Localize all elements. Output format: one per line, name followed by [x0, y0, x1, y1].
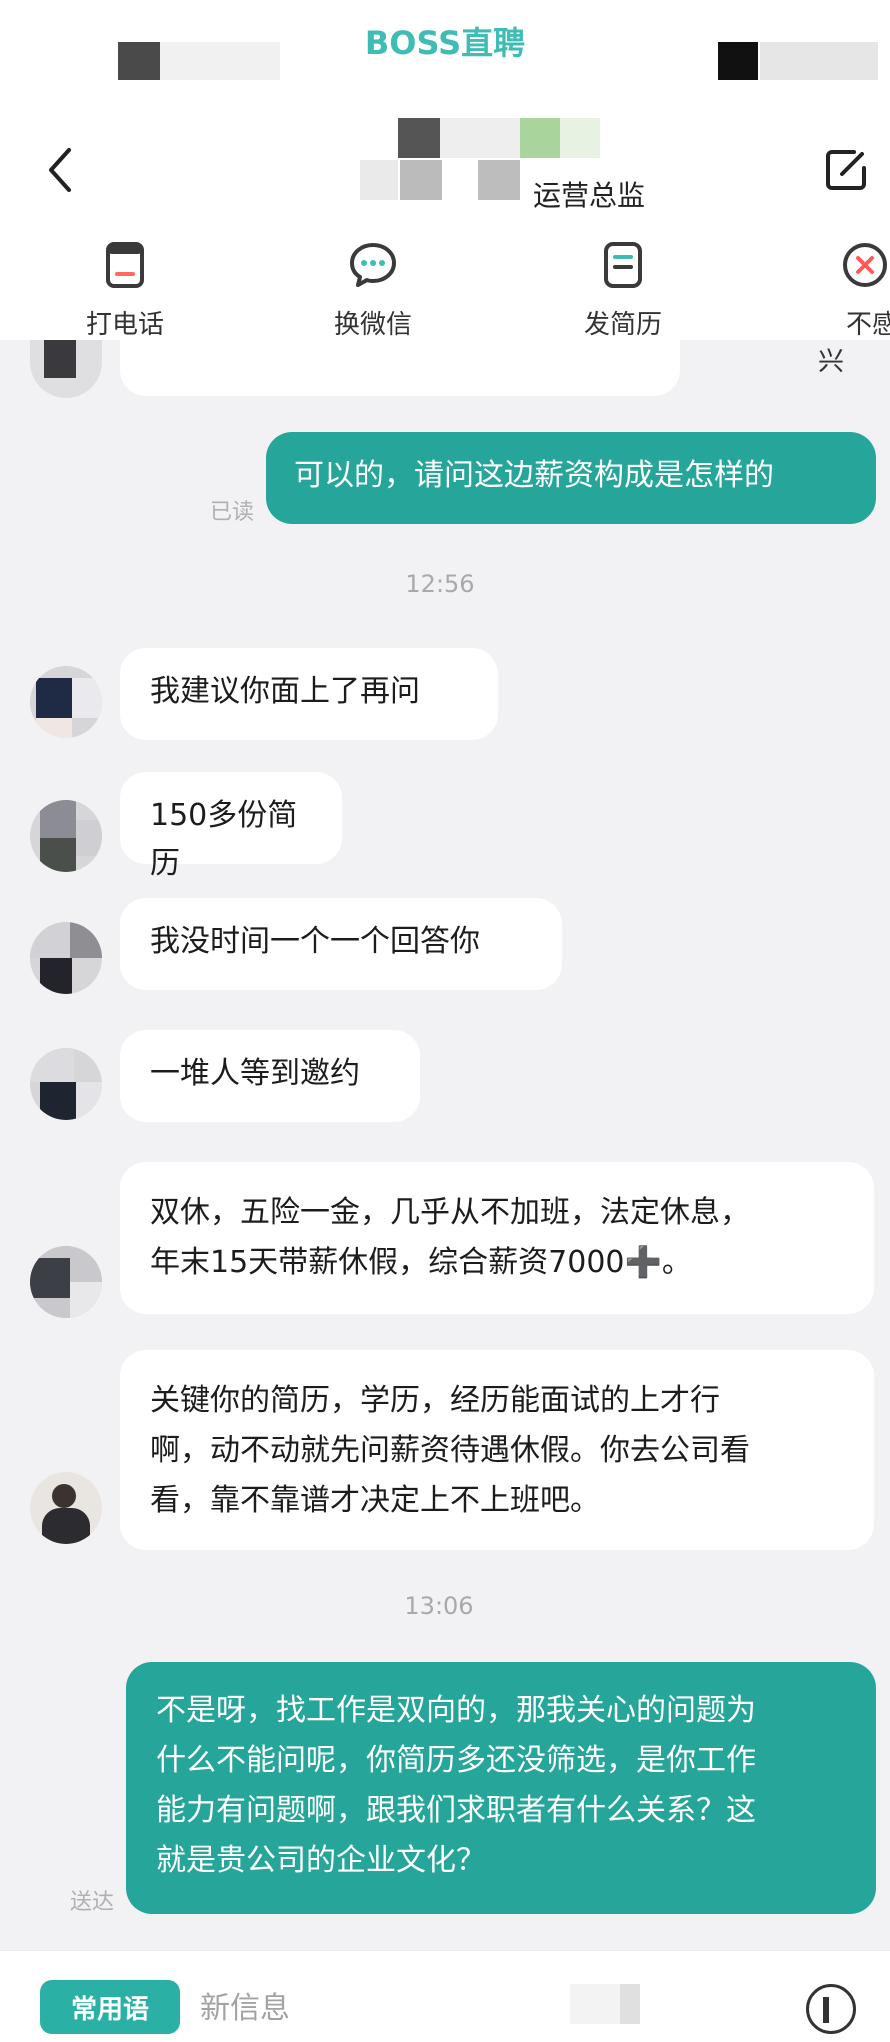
action-not-interested[interactable]: 不感兴 [790, 240, 890, 378]
avatar [30, 1472, 102, 1544]
chat-bubble-icon [350, 243, 396, 287]
contact-name-blur [400, 160, 442, 200]
message-text-line: 年末15天带薪休假，综合薪资7000➕。 [150, 1245, 692, 1280]
avatar [30, 1048, 102, 1120]
action-call[interactable]: 打电话 [50, 240, 200, 341]
back-button[interactable] [36, 140, 84, 200]
action-label: 不感兴 [818, 310, 890, 377]
action-label: 打电话 [85, 310, 164, 340]
status-left-blur [160, 42, 280, 80]
message-bubble-incoming[interactable]: 我没时间一个一个回答你 [120, 898, 562, 990]
resume-icon [604, 242, 642, 288]
message-text-line: 啊，动不动就先问薪资待遇休假。你去公司看 [150, 1433, 750, 1468]
avatar [30, 666, 102, 738]
phone-icon [106, 242, 144, 288]
contact-name-blur [560, 118, 600, 158]
avatar [30, 800, 102, 872]
contact-title: 运营总监 [533, 179, 646, 212]
message-input[interactable] [200, 1982, 560, 2034]
message-text-line: 关键你的简历，学历，经历能面试的上才行 [150, 1383, 720, 1418]
action-label: 发简历 [583, 310, 662, 340]
message-bubble-incoming[interactable]: 一堆人等到邀约 [120, 1030, 420, 1122]
contact-name-blur [440, 118, 520, 158]
edit-icon [826, 150, 866, 190]
read-status: 已读 [210, 500, 255, 525]
avatar [30, 922, 102, 994]
avatar [30, 340, 102, 398]
contact-name-blur [360, 160, 398, 200]
avatar [30, 1246, 102, 1318]
message-bubble-outgoing[interactable]: 可以的，请问这边薪资构成是怎样的 [266, 432, 876, 524]
contact-name-blur [398, 118, 440, 158]
message-text-line: 双休，五险一金，几乎从不加班，法定休息， [150, 1195, 750, 1230]
action-send-resume[interactable]: 发简历 [548, 240, 698, 341]
message-text: 我建议你面上了再问 [150, 674, 420, 709]
quick-phrase-button[interactable]: 常用语 [40, 1980, 180, 2034]
message-bubble-incoming[interactable]: 150多份简历 [120, 772, 342, 881]
action-wechat[interactable]: 换微信 [298, 240, 448, 341]
status-right-blur [718, 42, 758, 80]
message-bubble-incoming[interactable]: 双休，五险一金，几乎从不加班，法定休息， 年末15天带薪休假，综合薪资7000➕… [120, 1162, 874, 1314]
timestamp: 13:06 [404, 1592, 474, 1620]
message-text: 一堆人等到邀约 [150, 1056, 360, 1091]
message-text: 可以的，请问这边薪资构成是怎样的 [294, 458, 774, 493]
message-bubble-incoming[interactable]: 我建议你面上了再问 [120, 648, 498, 740]
close-circle-icon [843, 243, 887, 287]
message-text-line: 就是贵公司的企业文化？ [156, 1843, 486, 1878]
status-left-blur [118, 42, 160, 80]
message-bubble-outgoing[interactable]: 不是呀，找工作是双向的，那我关心的问题为 什么不能问呢，你简历多还没筛选，是你工… [126, 1662, 876, 1914]
message-bubble-incoming[interactable]: 关键你的简历，学历，经历能面试的上才行 啊，动不动就先问薪资待遇休假。你去公司看… [120, 1350, 874, 1550]
delivered-status: 送达 [70, 1890, 115, 1915]
emoji-icon [823, 1997, 829, 2023]
composer-blur [620, 1984, 640, 2024]
previous-message-bubble [120, 340, 680, 396]
emoji-button[interactable] [806, 1984, 856, 2034]
message-text: 150多份简历 [150, 798, 298, 881]
contact-name-blur [478, 160, 520, 200]
contact-name-blur [520, 118, 560, 158]
action-label: 换微信 [333, 310, 412, 340]
message-text-line: 什么不能问呢，你简历多还没筛选，是你工作 [156, 1743, 756, 1778]
chevron-left-icon [49, 148, 71, 192]
edit-button[interactable] [820, 144, 872, 196]
message-text-line: 不是呀，找工作是双向的，那我关心的问题为 [156, 1693, 756, 1728]
message-text-line: 看，靠不靠谱才决定上不上班吧。 [150, 1483, 600, 1518]
message-text: 我没时间一个一个回答你 [150, 924, 480, 959]
message-text-line: 能力有问题啊，跟我们求职者有什么关系？这 [156, 1793, 756, 1828]
timestamp: 12:56 [405, 570, 475, 598]
status-right-blur [760, 42, 878, 80]
composer-blur [570, 1984, 620, 2024]
